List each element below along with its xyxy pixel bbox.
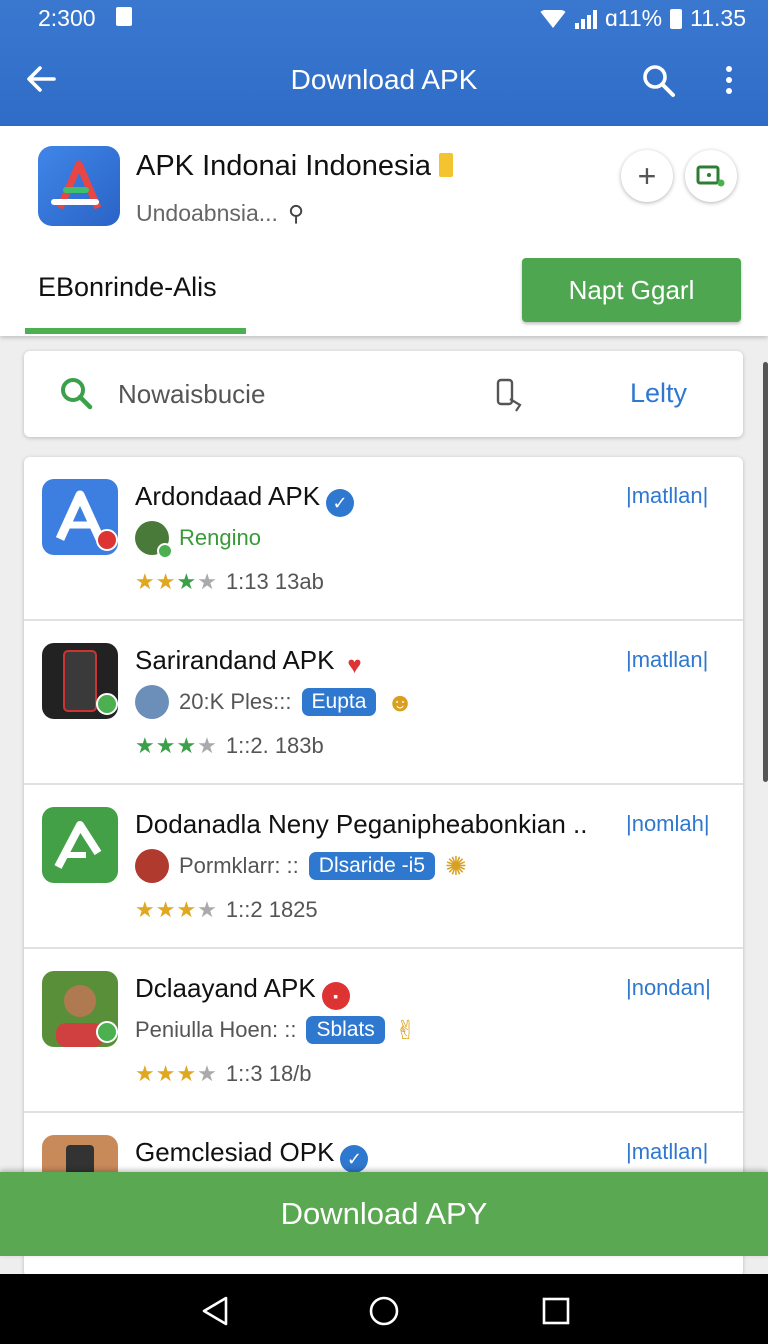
key-icon: ⚲ (287, 201, 305, 226)
rating-text: 1::2 1825 (225, 897, 318, 922)
app-icon (42, 807, 118, 883)
search-card[interactable]: Nowaisbucie Lelty (24, 351, 743, 437)
app-logo (38, 146, 120, 226)
category-pill[interactable]: Sblats (306, 1016, 385, 1044)
battery-icon (670, 8, 683, 29)
app-subtitle: Undoabnsia... ⚲ (136, 200, 304, 227)
add-button[interactable]: + (621, 150, 673, 202)
download-button[interactable]: Download APY (0, 1172, 768, 1256)
status-clock: 11.35 (690, 5, 746, 31)
app-meta: 20:K Ples::: Eupta ☻ (135, 685, 414, 719)
status-time: 2:300 (38, 5, 96, 31)
list-item[interactable]: Dclaayand APK ▪ |nondan| Peniulla Hoen: :… (24, 949, 743, 1113)
app-title: Gemclesiad OPK ✓ (135, 1137, 369, 1173)
red-plus-badge-icon (96, 529, 118, 551)
green-badge-icon (96, 693, 118, 715)
record-icon: ▪ (321, 982, 350, 1010)
rating-stars: ★★★★ (135, 733, 218, 758)
search-icon[interactable] (640, 62, 676, 98)
app-tag[interactable]: |matllan| (626, 1139, 708, 1165)
app-meta: Rengino (135, 521, 261, 559)
emoji-icon: ✌ (394, 1014, 417, 1045)
rating-text: 1::2. 183b (225, 733, 324, 758)
avatar (135, 849, 169, 883)
app-title-text: APK Indonai Indonesia (136, 150, 432, 182)
app-title-text: Dodanadla Neny Peganipheabonkian .. (135, 809, 588, 839)
app-title-text: Dclaayand APK (135, 973, 316, 1003)
meta-text: Pormklarr: :: (179, 853, 299, 878)
app-title-text: Sarirandand APK (135, 645, 335, 675)
top-bar: 2:300 ɑ11% 11.35 Download APK (0, 0, 768, 126)
heart-icon: ♥ (347, 652, 362, 679)
home-nav-icon[interactable] (367, 1294, 401, 1328)
meta-text: Peniulla Hoen: :: (135, 1017, 297, 1042)
signal-icon (575, 9, 598, 29)
status-right: ɑ11% 11.35 (539, 5, 746, 32)
category-pill[interactable]: Dlsaride -i5 (308, 852, 435, 880)
app-rating: ★★★★ 1::2 1825 (135, 897, 318, 923)
scrollbar[interactable] (763, 362, 768, 782)
search-action-link[interactable]: Lelty (630, 378, 687, 409)
emoji-icon: ☻ (386, 686, 414, 717)
verified-icon: ✓ (326, 489, 355, 517)
app-tag[interactable]: |matllan| (626, 483, 708, 509)
rating-stars: ★★★★ (135, 897, 218, 922)
app-subtitle-text: Undoabnsia... (136, 200, 278, 226)
rating-stars: ★★★★ (135, 1061, 218, 1086)
battery-percent: ɑ11% (605, 5, 663, 31)
app-tag[interactable]: |nomlah| (626, 811, 710, 837)
app-title: Ardondaad APK ✓ (135, 481, 355, 517)
verified-icon: ✓ (340, 1145, 369, 1173)
app-title-text: Ardondaad APK (135, 481, 321, 511)
meta-text: 20:K Ples::: (179, 689, 292, 714)
app-title: Dclaayand APK ▪ (135, 973, 350, 1010)
app-header: APK Indonai Indonesia Undoabnsia... ⚲ + E… (0, 126, 768, 336)
app-title: Dodanadla Neny Peganipheabonkian .. (135, 809, 587, 840)
tab-indicator (25, 328, 246, 334)
search-input[interactable]: Nowaisbucie (118, 379, 265, 410)
tab-active[interactable]: EBonrinde-Alis (38, 272, 217, 303)
rating-text: 1:13 13ab (225, 569, 324, 594)
rating-text: 1::3 18/b (225, 1061, 312, 1086)
sim-card-icon (116, 7, 132, 26)
developer-name: Rengino (179, 525, 261, 550)
rating-stars: ★★★★ (135, 569, 218, 594)
app-title: Sarirandand APK ♥ (135, 645, 368, 680)
emoji-icon: ✺ (445, 850, 467, 881)
more-options-icon[interactable] (714, 62, 744, 98)
app-tag[interactable]: |matllan| (626, 647, 708, 673)
app-bar: Download APK (0, 44, 768, 116)
app-title: APK Indonai Indonesia (136, 150, 454, 183)
navigation-bar (0, 1274, 768, 1344)
list-item[interactable]: Ardondaad APK ✓ |matllan| Rengino ★★★★ 1:1… (24, 457, 743, 621)
wifi-icon (539, 9, 568, 28)
search-icon (61, 378, 93, 410)
cast-icon (696, 165, 725, 187)
recents-nav-icon[interactable] (539, 1294, 573, 1328)
app-meta: Pormklarr: :: Dlsaride -i5 ✺ (135, 849, 467, 883)
cast-button[interactable] (685, 150, 737, 202)
primary-action-button[interactable]: Napt Ggarl (522, 258, 741, 322)
badge-icon (439, 153, 454, 177)
app-rating: ★★★★ 1:13 13ab (135, 569, 324, 595)
phone-filter-icon[interactable] (494, 377, 524, 413)
green-badge-icon (96, 1021, 118, 1043)
app-list: Ardondaad APK ✓ |matllan| Rengino ★★★★ 1:1… (24, 457, 743, 1277)
app-tag[interactable]: |nondan| (626, 975, 711, 1001)
app-meta: Peniulla Hoen: :: Sblats ✌ (135, 1013, 417, 1047)
status-bar: 2:300 ɑ11% 11.35 (0, 0, 768, 40)
list-item[interactable]: Sarirandand APK ♥ |matllan| 20:K Ples::: … (24, 621, 743, 785)
app-rating: ★★★★ 1::2. 183b (135, 733, 324, 759)
app-rating: ★★★★ 1::3 18/b (135, 1061, 312, 1087)
category-pill[interactable]: Eupta (301, 688, 377, 716)
back-nav-icon[interactable] (198, 1294, 232, 1328)
avatar (135, 521, 173, 559)
avatar (135, 685, 169, 719)
app-title-text: Gemclesiad OPK (135, 1137, 335, 1167)
list-item[interactable]: Dodanadla Neny Peganipheabonkian .. |nom… (24, 785, 743, 949)
